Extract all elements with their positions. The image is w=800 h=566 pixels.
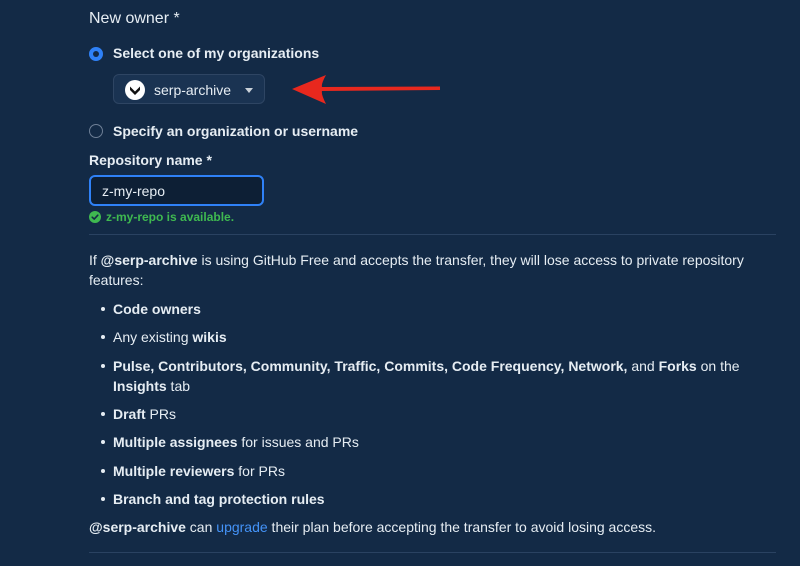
list-item-text: for issues and PRs <box>237 434 359 450</box>
list-item-bold: Multiple reviewers <box>113 463 235 479</box>
bullet-dot <box>101 412 105 416</box>
radio-select-organization-label[interactable]: Select one of my organizations <box>113 45 319 61</box>
list-item-text: and <box>627 358 659 374</box>
organization-dropdown[interactable]: serp-archive <box>113 74 265 104</box>
footer-text: can <box>185 519 217 535</box>
upgrade-link[interactable]: upgrade <box>216 519 267 535</box>
notice-intro-prefix: If <box>89 252 101 268</box>
bullet-dot <box>101 497 105 501</box>
caret-down-icon <box>245 88 253 93</box>
list-item-bold: Insights <box>113 378 167 394</box>
list-item-text: for PRs <box>234 463 285 479</box>
footer-org-name: @serp-archive <box>89 519 186 535</box>
list-item: Multiple reviewers for PRs <box>113 461 773 481</box>
list-item-text: on the <box>696 358 740 374</box>
radio-select-organization[interactable] <box>89 47 103 61</box>
list-item-bold: Draft <box>113 406 146 422</box>
radio-specify-organization[interactable] <box>89 124 103 138</box>
list-item-text: tab <box>166 378 191 394</box>
transfer-notice-paragraph: If @serp-archive is using GitHub Free an… <box>89 250 769 290</box>
radio-specify-organization-label[interactable]: Specify an organization or username <box>113 123 358 139</box>
divider <box>89 234 776 235</box>
red-arrow-annotation-icon <box>292 75 440 104</box>
new-owner-label: New owner * <box>89 10 180 27</box>
notice-org-name: @serp-archive <box>100 252 198 268</box>
list-item: Draft PRs <box>113 404 773 424</box>
list-item-bold: Pulse, Contributors, Community, Traffic,… <box>113 358 628 374</box>
list-item: Any existing wikis <box>113 327 773 347</box>
divider <box>89 552 776 553</box>
list-item-bold: Branch and tag protection rules <box>113 491 325 507</box>
list-item-bold: wikis <box>192 329 227 345</box>
serp-archive-logo-icon <box>125 80 145 100</box>
list-item-text: Any existing <box>113 329 193 345</box>
list-item-bold: Multiple assignees <box>113 434 238 450</box>
bullet-dot <box>101 335 105 339</box>
organization-dropdown-value: serp-archive <box>154 82 232 98</box>
bullet-dot <box>101 307 105 311</box>
footer-text: their plan before accepting the transfer… <box>267 519 657 535</box>
list-item-text: PRs <box>145 406 177 422</box>
bullet-dot <box>101 469 105 473</box>
check-circle-icon <box>89 211 101 223</box>
list-item: Multiple assignees for issues and PRs <box>113 432 773 452</box>
repository-name-input[interactable] <box>89 175 264 206</box>
list-item: Pulse, Contributors, Community, Traffic,… <box>113 356 773 396</box>
list-item: Branch and tag protection rules <box>113 489 773 509</box>
repository-name-label: Repository name * <box>89 152 212 168</box>
list-item-bold: Code owners <box>113 301 201 317</box>
upgrade-notice: @serp-archive can upgrade their plan bef… <box>89 517 656 537</box>
bullet-dot <box>101 364 105 368</box>
list-item-bold: Forks <box>658 358 697 374</box>
list-item: Code owners <box>113 299 773 319</box>
bullet-dot <box>101 440 105 444</box>
availability-message: z-my-repo is available. <box>106 210 235 224</box>
